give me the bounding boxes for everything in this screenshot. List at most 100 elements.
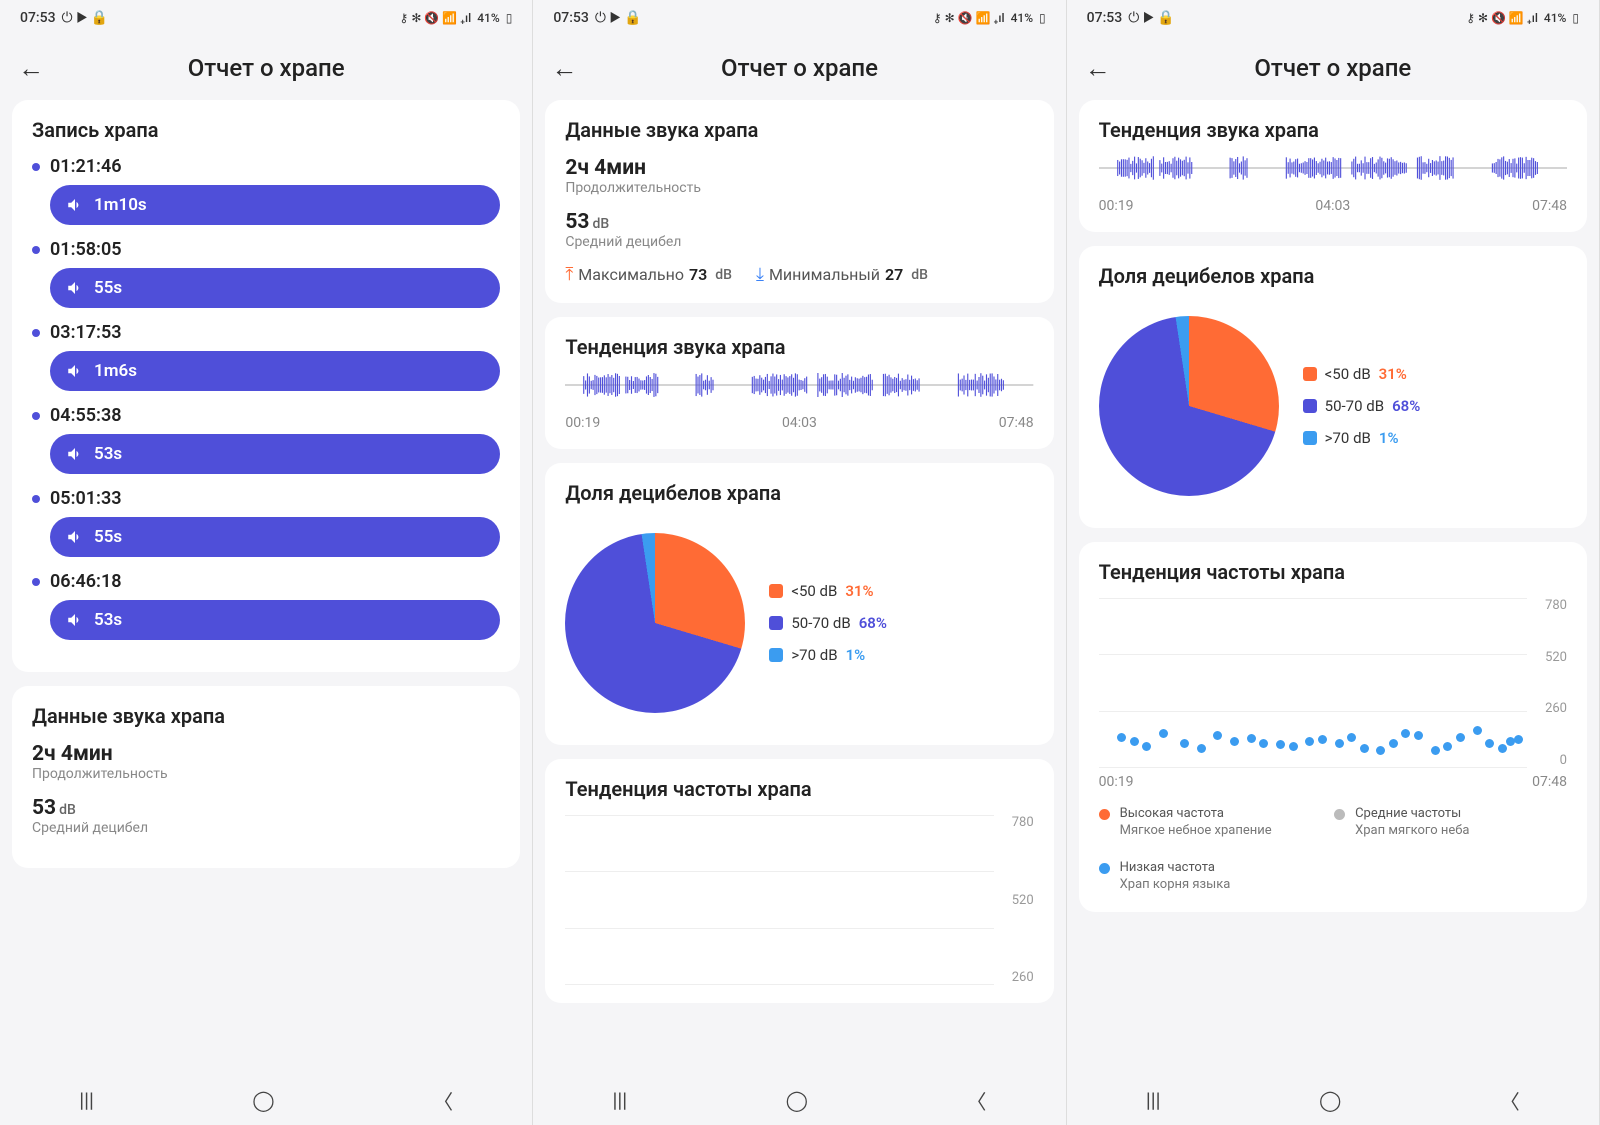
- duration-label: Продолжительность: [32, 766, 500, 782]
- status-time: 07:53: [1087, 10, 1123, 26]
- max-value: 73: [689, 265, 707, 284]
- scatter-dot: [1180, 739, 1189, 748]
- status-battery: 41%: [477, 11, 499, 25]
- app-bar: ← Отчет о храпе: [533, 36, 1065, 100]
- play-button[interactable]: 53s: [50, 434, 500, 474]
- recording-time: 01:21:46: [50, 156, 122, 177]
- max-icon: ⤒: [565, 264, 573, 285]
- play-button[interactable]: 1m10s: [50, 185, 500, 225]
- freq-trend-title: Тенденция частоты храпа: [1099, 560, 1567, 584]
- legend-swatch: [1303, 431, 1317, 445]
- recording-time: 04:55:38: [50, 405, 122, 426]
- decibel-share-card: Доля децибелов храпа <50 dB 31%50-70 dB …: [545, 463, 1053, 745]
- app-bar: ← Отчет о храпе: [1067, 36, 1599, 100]
- status-bar: 07:53⏻ ▶ 🔒 ⚷ ✻ 🔇 📶 ₊ıl41%▯: [0, 0, 532, 36]
- freq-trend-card: Тенденция частоты храпа 7805202600 00:19…: [1079, 542, 1587, 912]
- bullet-icon: [32, 578, 40, 586]
- ytick: 780: [1545, 598, 1567, 613]
- speaker-icon: [66, 611, 84, 629]
- play-button[interactable]: 1m6s: [50, 351, 500, 391]
- scatter-dot: [1376, 746, 1385, 755]
- trend-time-mid: 04:03: [782, 415, 817, 431]
- status-time: 07:53: [553, 10, 589, 26]
- recents-button[interactable]: |||: [1126, 1080, 1181, 1120]
- back-nav-button[interactable]: 〈: [413, 1078, 473, 1123]
- legend-label: 50-70 dB: [1325, 397, 1384, 415]
- screen-1: 07:53⏻ ▶ 🔒 ⚷ ✻ 🔇 📶 ₊ıl41%▯ ← Отчет о хра…: [0, 0, 533, 1125]
- max-label: Максимально: [578, 265, 684, 284]
- legend-item: 50-70 dB 68%: [1303, 397, 1421, 415]
- battery-icon: ▯: [1039, 11, 1046, 25]
- back-button[interactable]: ←: [18, 53, 44, 84]
- max-unit: dB: [715, 267, 732, 283]
- trend-title: Тенденция звука храпа: [565, 335, 1033, 359]
- sounddata-title: Данные звука храпа: [32, 704, 500, 728]
- legend-label: 50-70 dB: [791, 614, 850, 632]
- recording-item: 01:58:05 55s: [32, 239, 500, 308]
- scatter-dot: [1360, 744, 1369, 753]
- recording-item: 06:46:18 53s: [32, 571, 500, 640]
- freq-legend-sub: Храп мягкого неба: [1355, 823, 1469, 840]
- navigation-bar: ||| ◯ 〈: [0, 1075, 532, 1125]
- decibel-share-title: Доля децибелов храпа: [1099, 264, 1567, 288]
- scatter-dot: [1401, 729, 1410, 738]
- scatter-dot: [1289, 742, 1298, 751]
- scatter-dot: [1431, 746, 1440, 755]
- scatter-dot: [1335, 739, 1344, 748]
- legend-label: <50 dB: [791, 582, 837, 600]
- play-button[interactable]: 55s: [50, 268, 500, 308]
- bullet-icon: [32, 246, 40, 254]
- recents-button[interactable]: |||: [59, 1080, 114, 1120]
- scatter-dot: [1259, 739, 1268, 748]
- legend-pct: 68%: [859, 614, 887, 632]
- legend-label: >70 dB: [1325, 429, 1371, 447]
- duration-value: 2ч 4мин: [32, 742, 500, 766]
- navigation-bar: ||| ◯ 〈: [533, 1075, 1065, 1125]
- trend-time-start: 00:19: [565, 415, 600, 431]
- waveform-chart: [565, 373, 1033, 397]
- status-time: 07:53: [20, 10, 56, 26]
- recording-duration: 53s: [94, 610, 122, 630]
- home-button[interactable]: ◯: [766, 1080, 828, 1120]
- legend-item: 50-70 dB 68%: [769, 614, 887, 632]
- home-button[interactable]: ◯: [1299, 1080, 1361, 1120]
- freq-legend-item: Низкая частотаХрап корня языка: [1099, 860, 1314, 894]
- trend-card: Тенденция звука храпа 00:1904:0307:48: [545, 317, 1053, 449]
- scatter-dot: [1276, 740, 1285, 749]
- avg-db-label: Средний децибел: [565, 234, 1033, 250]
- bullet-icon: [32, 329, 40, 337]
- xtick-end: 07:48: [1532, 774, 1567, 790]
- legend-item: <50 dB 31%: [1303, 365, 1421, 383]
- scatter-dot: [1473, 726, 1482, 735]
- scatter-dot: [1456, 733, 1465, 742]
- recording-duration: 55s: [94, 527, 122, 547]
- play-button[interactable]: 53s: [50, 600, 500, 640]
- freq-legend-title: Высокая частота: [1120, 806, 1272, 823]
- trend-title: Тенденция звука храпа: [1099, 118, 1567, 142]
- bullet-icon: [32, 495, 40, 503]
- recents-button[interactable]: |||: [593, 1080, 648, 1120]
- status-left-icons: ⏻ ▶ 🔒: [595, 10, 642, 26]
- pie-chart: [565, 533, 745, 713]
- ytick: 260: [1545, 701, 1567, 716]
- legend-item: >70 dB 1%: [1303, 429, 1421, 447]
- page-title: Отчет о храпе: [1121, 54, 1545, 82]
- status-battery: 41%: [1011, 11, 1033, 25]
- legend-swatch: [1303, 399, 1317, 413]
- recording-item: 01:21:46 1m10s: [32, 156, 500, 225]
- back-button[interactable]: ←: [1085, 53, 1111, 84]
- scatter-dot: [1117, 733, 1126, 742]
- xtick-start: 00:19: [1099, 774, 1134, 790]
- legend-swatch: [769, 616, 783, 630]
- back-button[interactable]: ←: [551, 53, 577, 84]
- bullet-icon: [32, 163, 40, 171]
- home-button[interactable]: ◯: [232, 1080, 294, 1120]
- avg-db-value: 53: [565, 210, 589, 234]
- back-nav-button[interactable]: 〈: [1480, 1078, 1540, 1123]
- recording-time: 05:01:33: [50, 488, 122, 509]
- recordings-card: Запись храпа 01:21:46 1m10s01:58:05 55s0…: [12, 100, 520, 672]
- play-button[interactable]: 55s: [50, 517, 500, 557]
- back-nav-button[interactable]: 〈: [946, 1078, 1006, 1123]
- trend-card: Тенденция звука храпа 00:1904:0307:48: [1079, 100, 1587, 232]
- legend-dot-icon: [1099, 809, 1110, 820]
